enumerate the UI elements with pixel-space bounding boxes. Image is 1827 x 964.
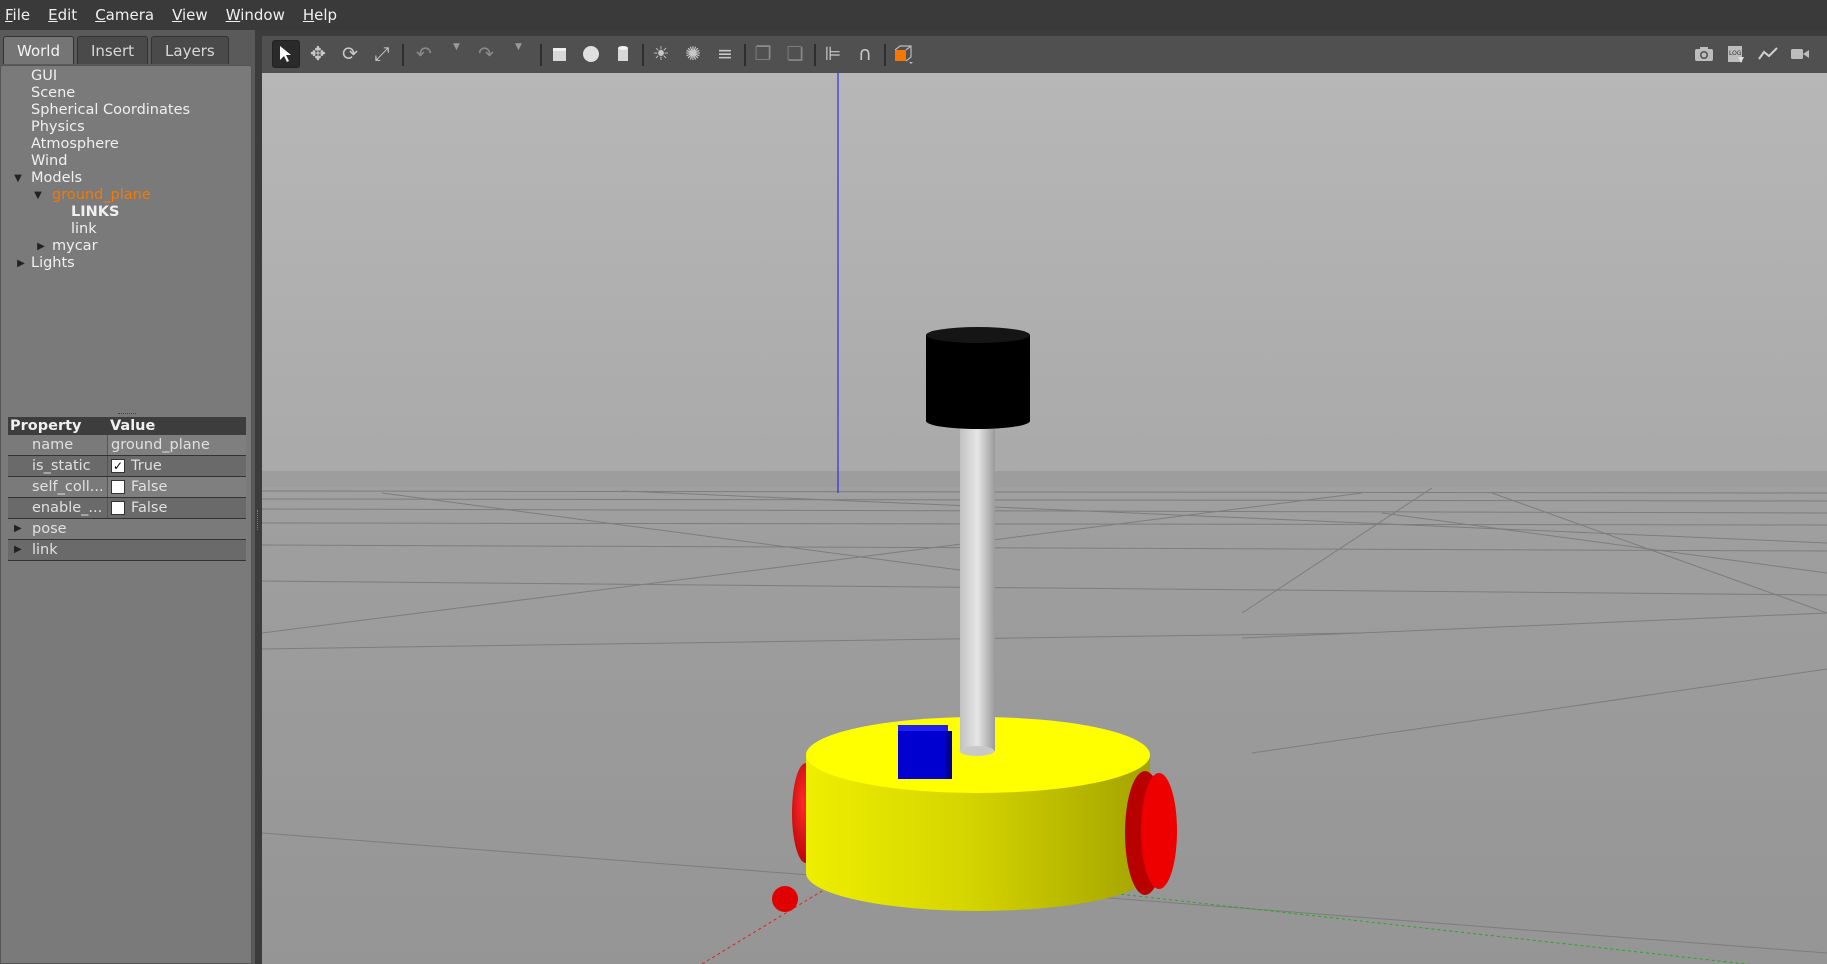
scene-render[interactable] <box>262 73 1827 964</box>
property-table-header: Property Value <box>8 417 246 435</box>
menu-window[interactable]: Window <box>221 0 291 30</box>
spot-light-icon[interactable]: ✺ <box>679 40 707 68</box>
sensor-box[interactable] <box>898 729 946 779</box>
toolbar-separator <box>814 44 816 66</box>
align-icon[interactable]: ⊫ <box>819 40 847 68</box>
plot-glyph <box>1758 47 1778 60</box>
rotate-icon[interactable]: ⟳ <box>336 40 364 68</box>
tree-item-atmosphere[interactable]: Atmosphere <box>1 136 251 153</box>
sensor-box-top <box>898 725 948 731</box>
menu-file[interactable]: File <box>0 0 36 30</box>
splitter-handle[interactable] <box>257 510 259 530</box>
expanded-arrow-icon[interactable]: ▼ <box>12 170 24 187</box>
view-angle-glyph <box>894 45 913 64</box>
property-table: Property Value name ground_plane is_stat… <box>8 417 246 561</box>
view-angle-icon[interactable] <box>889 40 917 68</box>
select-arrow-glyph <box>280 46 291 62</box>
prop-row-enable-wind[interactable]: enable_... False <box>8 498 246 519</box>
tree-item-ground-plane[interactable]: ▼ ground_plane <box>1 187 251 204</box>
toolbar-separator <box>540 44 542 66</box>
prop-group-pose[interactable]: ▶ pose <box>8 519 246 540</box>
tree-item-gui[interactable]: GUI <box>1 68 251 85</box>
panel-tab-bar: World Insert Layers <box>0 36 255 65</box>
camera-glyph <box>1695 47 1713 61</box>
camera-head[interactable] <box>926 335 1030 429</box>
box-icon[interactable] <box>545 40 573 68</box>
menu-bar: File Edit Camera View Window Help <box>0 0 1827 30</box>
menu-edit[interactable]: Edit <box>43 0 83 30</box>
tree-item-scene[interactable]: Scene <box>1 85 251 102</box>
caster-ball[interactable] <box>772 886 798 912</box>
tree-item-spherical-coordinates[interactable]: Spherical Coordinates <box>1 102 251 119</box>
collapsed-arrow-icon[interactable]: ▶ <box>15 255 27 272</box>
redo-icon[interactable]: ↷ <box>472 40 500 68</box>
world-tree: GUI Scene Spherical Coordinates Physics … <box>1 68 251 272</box>
snap-magnet-icon[interactable]: ∩ <box>851 40 879 68</box>
sky <box>262 73 1827 483</box>
tab-world[interactable]: World <box>3 36 74 64</box>
redo-dropdown-icon[interactable]: ▼ <box>515 42 522 52</box>
tree-item-wind[interactable]: Wind <box>1 153 251 170</box>
pole-base <box>959 746 995 756</box>
enable-wind-checkbox[interactable] <box>111 501 125 515</box>
undo-dropdown-icon[interactable]: ▼ <box>453 42 460 52</box>
self-collide-checkbox[interactable] <box>111 480 125 494</box>
menu-help[interactable]: Help <box>298 0 343 30</box>
toolbar-separator <box>744 44 746 66</box>
prop-group-link[interactable]: ▶ link <box>8 540 246 561</box>
point-light-icon[interactable]: ☀ <box>647 40 675 68</box>
horizon-band <box>262 471 1827 487</box>
tree-item-models[interactable]: ▼ Models <box>1 170 251 187</box>
world-tab-content: GUI Scene Spherical Coordinates Physics … <box>0 65 252 964</box>
directional-light-icon[interactable]: ≡ <box>711 40 739 68</box>
vertical-splitter[interactable] <box>255 30 262 964</box>
camera-head-top <box>926 327 1030 343</box>
expanded-arrow-icon[interactable]: ▼ <box>32 187 44 204</box>
log-glyph: LOG <box>1728 46 1744 63</box>
toolbar-separator <box>884 44 886 66</box>
prop-row-name[interactable]: name ground_plane <box>8 435 246 456</box>
box-glyph <box>553 48 566 61</box>
menu-camera[interactable]: Camera <box>90 0 160 30</box>
tree-item-links-header: LINKS <box>71 204 120 220</box>
cylinder-glyph <box>618 46 628 61</box>
toolbar: ✥ ⟳ ⤢ ↶ ▼ ↷ ▼ ☀ ✺ ≡ ❐ ❏ ⊫ ∩ LOG <box>262 36 1827 73</box>
is-static-checkbox[interactable]: ✓ <box>111 459 125 473</box>
sensor-box-side <box>946 731 952 779</box>
sphere-glyph <box>583 46 599 62</box>
prop-row-self-collide[interactable]: self_coll... False <box>8 477 246 498</box>
undo-icon[interactable]: ↶ <box>410 40 438 68</box>
tab-layers[interactable]: Layers <box>151 36 229 64</box>
log-icon[interactable]: LOG <box>1722 40 1750 68</box>
tab-insert[interactable]: Insert <box>77 36 149 64</box>
toolbar-separator <box>402 44 404 66</box>
right-wheel-face <box>1141 773 1177 889</box>
svg-text:LOG: LOG <box>1729 50 1742 57</box>
support-pole[interactable] <box>960 419 995 751</box>
translate-icon[interactable]: ✥ <box>304 40 332 68</box>
collapsed-arrow-icon[interactable]: ▶ <box>35 238 47 255</box>
record-video-icon[interactable] <box>1786 40 1814 68</box>
tree-item-lights[interactable]: ▶ Lights <box>1 255 251 272</box>
sphere-icon[interactable] <box>577 40 605 68</box>
left-panel: World Insert Layers GUI Scene Spherical … <box>0 30 255 964</box>
tree-item-physics[interactable]: Physics <box>1 119 251 136</box>
video-glyph <box>1791 49 1809 59</box>
tree-item-mycar[interactable]: ▶ mycar <box>1 238 251 255</box>
toolbar-separator <box>642 44 644 66</box>
3d-viewport[interactable] <box>262 73 1827 964</box>
collapsed-arrow-icon[interactable]: ▶ <box>14 540 22 560</box>
tree-item-link[interactable]: link <box>1 221 251 238</box>
copy-icon[interactable]: ❐ <box>749 40 777 68</box>
prop-row-is-static[interactable]: is_static ✓ True <box>8 456 246 477</box>
select-arrow-icon[interactable] <box>272 40 300 68</box>
screenshot-icon[interactable] <box>1690 40 1718 68</box>
scale-icon[interactable]: ⤢ <box>368 40 396 68</box>
cylinder-icon[interactable] <box>609 40 637 68</box>
collapsed-arrow-icon[interactable]: ▶ <box>14 519 22 539</box>
plot-icon[interactable] <box>1754 40 1782 68</box>
paste-icon[interactable]: ❏ <box>781 40 809 68</box>
menu-view[interactable]: View <box>167 0 214 30</box>
